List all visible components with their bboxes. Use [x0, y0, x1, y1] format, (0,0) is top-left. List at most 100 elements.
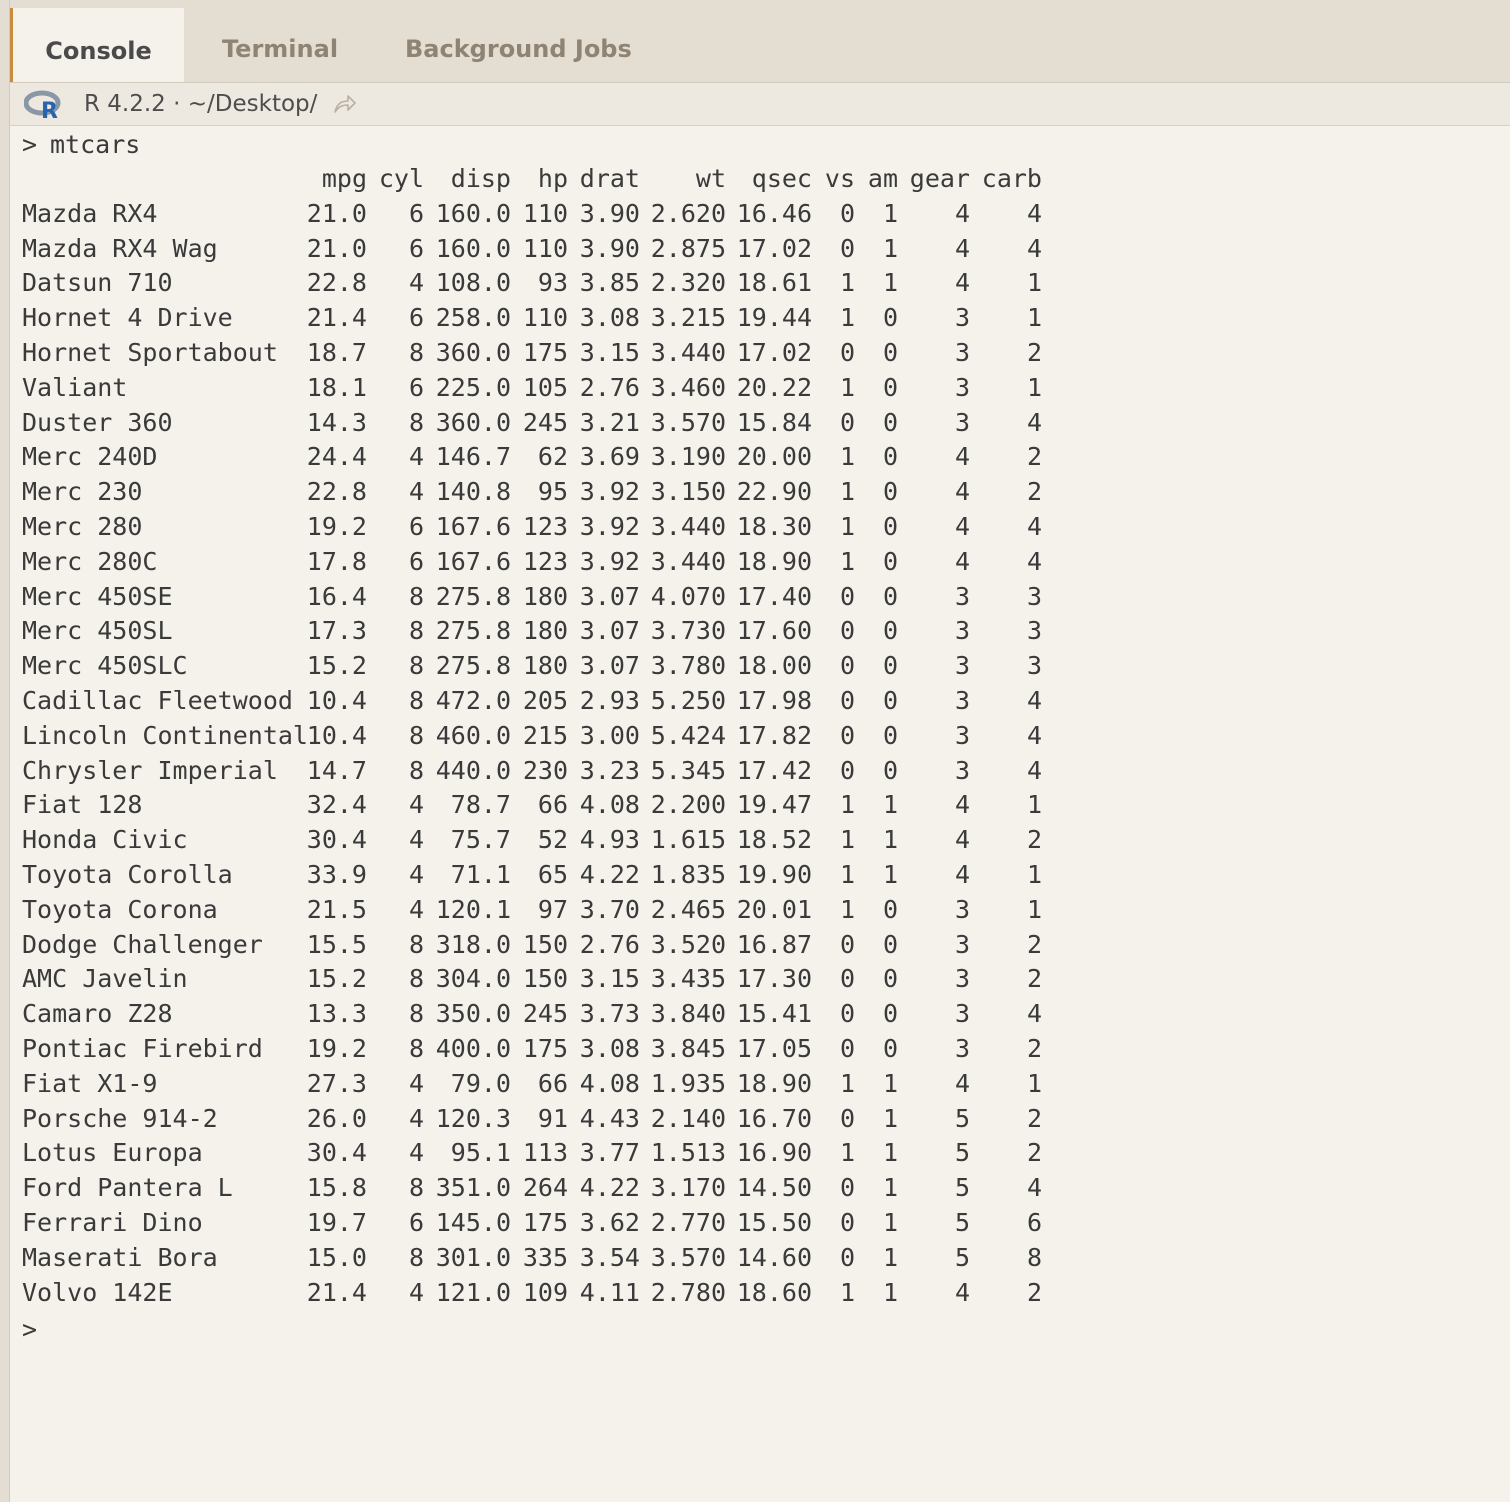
cell-gear: 3 — [954, 337, 970, 367]
table-row: Camaro Z28 13.3 8 350.0 245 3.73 3.840 15.41 0 0 3… — [22, 997, 1510, 1032]
cell-mpg: 19.2 — [306, 1033, 367, 1063]
cell-gear: 4 — [954, 1068, 970, 1098]
cell-vs: 0 — [839, 616, 855, 646]
cell-hp: 245 — [522, 999, 568, 1029]
cell-vs: 0 — [839, 651, 855, 681]
cell-am: 1 — [882, 1207, 898, 1237]
cell-carb: 1 — [1026, 790, 1042, 820]
cell-wt: 2.780 — [650, 1277, 726, 1307]
cell-am: 0 — [882, 929, 898, 959]
cell-disp: 275.8 — [435, 581, 511, 611]
cell-vs: 1 — [839, 894, 855, 924]
table-row: Chrysler Imperial 14.7 8 440.0 230 3.23 5.345 1… — [22, 754, 1510, 789]
cell-drat: 3.90 — [579, 198, 640, 228]
cell-carb: 4 — [1026, 511, 1042, 541]
row-name: Maserati Bora — [22, 1242, 218, 1272]
input-line[interactable]: > — [22, 1310, 1510, 1350]
table-row: Merc 450SLC 15.2 8 275.8 180 3.07 3.780 18.00 0 0… — [22, 649, 1510, 684]
table-rows: Mazda RX4 21.0 6 160.0 110 3.90 2.620 16.46 0 1 4 4… — [22, 197, 1510, 1311]
cell-drat: 3.92 — [579, 546, 640, 576]
cell-vs: 0 — [839, 1173, 855, 1203]
cell-gear: 3 — [954, 685, 970, 715]
cell-drat: 3.90 — [579, 233, 640, 263]
cell-disp: 121.0 — [435, 1277, 511, 1307]
row-name: Hornet 4 Drive — [22, 303, 233, 333]
cell-gear: 5 — [954, 1173, 970, 1203]
cell-am: 1 — [882, 268, 898, 298]
cell-disp: 160.0 — [435, 198, 511, 228]
cell-qsec: 18.90 — [736, 1068, 812, 1098]
tab-background-jobs[interactable]: Background Jobs — [405, 0, 632, 82]
share-arrow-icon[interactable] — [332, 93, 356, 115]
cell-drat: 3.62 — [579, 1207, 640, 1237]
cell-carb: 4 — [1026, 720, 1042, 750]
table-row: Toyota Corolla 33.9 4 71.1 65 4.22 1.835 19.90 1… — [22, 858, 1510, 893]
column-header-qsec: qsec — [751, 164, 812, 193]
cell-mpg: 10.4 — [306, 685, 367, 715]
cell-wt: 3.440 — [650, 546, 726, 576]
cell-disp: 275.8 — [435, 651, 511, 681]
cell-hp: 205 — [522, 685, 568, 715]
row-name: Ford Pantera L — [22, 1173, 233, 1203]
table-row: Ferrari Dino 19.7 6 145.0 175 3.62 2.770 15.50 0… — [22, 1206, 1510, 1241]
cell-gear: 5 — [954, 1103, 970, 1133]
cell-vs: 1 — [839, 859, 855, 889]
cell-mpg: 10.4 — [306, 720, 367, 750]
cell-disp: 79.0 — [450, 1068, 511, 1098]
cell-qsec: 18.61 — [736, 268, 812, 298]
cell-disp: 71.1 — [450, 859, 511, 889]
cell-hp: 245 — [522, 407, 568, 437]
cell-am: 1 — [882, 198, 898, 228]
cell-am: 0 — [882, 337, 898, 367]
table-row: Honda Civic 30.4 4 75.7 52 4.93 1.615 18.52 1 1 4 2 — [22, 823, 1510, 858]
table-row: Dodge Challenger 15.5 8 318.0 150 2.76 3.520 16… — [22, 928, 1510, 963]
cell-mpg: 17.3 — [306, 616, 367, 646]
cell-carb: 4 — [1026, 407, 1042, 437]
cell-disp: 140.8 — [435, 477, 511, 507]
cell-wt: 3.845 — [650, 1033, 726, 1063]
cell-hp: 65 — [537, 859, 568, 889]
cell-gear: 4 — [954, 442, 970, 472]
cell-mpg: 21.5 — [306, 894, 367, 924]
row-name: Mazda RX4 Wag — [22, 233, 218, 263]
cell-cyl: 6 — [408, 198, 424, 228]
cell-carb: 4 — [1026, 685, 1042, 715]
row-name: Merc 450SLC — [22, 651, 188, 681]
cell-drat: 2.76 — [579, 929, 640, 959]
cell-drat: 3.08 — [579, 303, 640, 333]
cell-qsec: 17.40 — [736, 581, 812, 611]
cell-mpg: 17.8 — [306, 546, 367, 576]
cell-vs: 1 — [839, 511, 855, 541]
cell-hp: 110 — [522, 233, 568, 263]
cell-qsec: 20.00 — [736, 442, 812, 472]
cell-vs: 1 — [839, 303, 855, 333]
column-header-vs: vs — [824, 164, 855, 193]
cell-cyl: 4 — [408, 1277, 424, 1307]
cell-wt: 3.215 — [650, 303, 726, 333]
cell-carb: 2 — [1026, 477, 1042, 507]
cell-gear: 3 — [954, 616, 970, 646]
row-name: Merc 450SL — [22, 616, 173, 646]
cell-mpg: 19.2 — [306, 511, 367, 541]
cell-disp: 95.1 — [450, 1138, 511, 1168]
table-row: Valiant 18.1 6 225.0 105 2.76 3.460 20.22 1 0 3 1 — [22, 371, 1510, 406]
tab-console[interactable]: Console — [10, 8, 184, 82]
cell-qsec: 22.90 — [736, 477, 812, 507]
cell-gear: 5 — [954, 1207, 970, 1237]
cell-wt: 3.150 — [650, 477, 726, 507]
cell-gear: 4 — [954, 1277, 970, 1307]
cell-wt: 3.780 — [650, 651, 726, 681]
console-output[interactable]: > mtcars mpg cyl disp hp drat wt qsec vs am gear ca… — [22, 127, 1510, 1502]
cell-hp: 175 — [522, 1033, 568, 1063]
cell-cyl: 4 — [408, 894, 424, 924]
cell-qsec: 18.52 — [736, 825, 812, 855]
cell-mpg: 18.7 — [306, 337, 367, 367]
path-separator: · — [173, 91, 181, 117]
tab-terminal[interactable]: Terminal — [222, 0, 338, 82]
cell-mpg: 15.5 — [306, 929, 367, 959]
cell-am: 1 — [882, 1103, 898, 1133]
cell-am: 1 — [882, 825, 898, 855]
working-directory[interactable]: ~/Desktop/ — [188, 91, 318, 117]
cell-hp: 215 — [522, 720, 568, 750]
cell-carb: 4 — [1026, 546, 1042, 576]
